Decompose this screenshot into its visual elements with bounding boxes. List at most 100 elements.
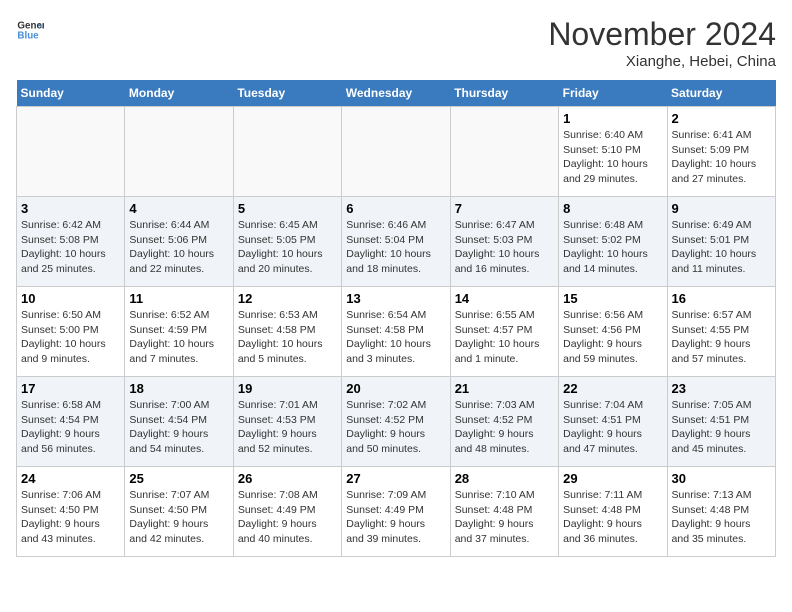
day-number: 12 <box>238 291 337 306</box>
day-number: 4 <box>129 201 228 216</box>
calendar-cell: 3 Sunrise: 6:42 AM Sunset: 5:08 PM Daylig… <box>17 197 125 287</box>
calendar-week-row: 10 Sunrise: 6:50 AM Sunset: 5:00 PM Dayli… <box>17 287 776 377</box>
calendar-cell: 1Sunrise: 6:40 AM Sunset: 5:10 PM Daylig… <box>559 107 667 197</box>
calendar-cell <box>17 107 125 197</box>
day-info: Sunrise: 6:47 AM Sunset: 5:03 PM Dayligh… <box>455 218 554 277</box>
calendar-cell: 29Sunrise: 7:11 AM Sunset: 4:48 PM Dayli… <box>559 467 667 557</box>
title-area: November 2024 Xianghe, Hebei, China <box>548 16 776 70</box>
day-number: 6 <box>346 201 445 216</box>
day-number: 22 <box>563 381 662 396</box>
calendar-cell: 27Sunrise: 7:09 AM Sunset: 4:49 PM Dayli… <box>342 467 450 557</box>
calendar-cell: 9Sunrise: 6:49 AM Sunset: 5:01 PM Daylig… <box>667 197 775 287</box>
calendar-week-row: 17 Sunrise: 6:58 AM Sunset: 4:54 PM Dayli… <box>17 377 776 467</box>
calendar-cell: 17 Sunrise: 6:58 AM Sunset: 4:54 PM Dayli… <box>17 377 125 467</box>
day-info: Sunrise: 6:56 AM Sunset: 4:56 PM Dayligh… <box>563 308 662 367</box>
day-number: 20 <box>346 381 445 396</box>
weekday-header-sunday: Sunday <box>17 80 125 107</box>
day-number: 17 <box>21 381 120 396</box>
weekday-header-saturday: Saturday <box>667 80 775 107</box>
day-info: Sunrise: 6:48 AM Sunset: 5:02 PM Dayligh… <box>563 218 662 277</box>
day-number: 28 <box>455 471 554 486</box>
calendar-cell: 6Sunrise: 6:46 AM Sunset: 5:04 PM Daylig… <box>342 197 450 287</box>
calendar-cell <box>342 107 450 197</box>
calendar-cell: 26 Sunrise: 7:08 AM Sunset: 4:49 PM Dayli… <box>233 467 341 557</box>
calendar-cell <box>450 107 558 197</box>
calendar-cell: 15 Sunrise: 6:56 AM Sunset: 4:56 PM Dayli… <box>559 287 667 377</box>
day-info: Sunrise: 6:44 AM Sunset: 5:06 PM Dayligh… <box>129 218 228 277</box>
calendar-cell: 13 Sunrise: 6:54 AM Sunset: 4:58 PM Dayli… <box>342 287 450 377</box>
day-number: 15 <box>563 291 662 306</box>
calendar-cell: 21 Sunrise: 7:03 AM Sunset: 4:52 PM Dayli… <box>450 377 558 467</box>
logo: General Blue <box>16 16 44 44</box>
day-number: 14 <box>455 291 554 306</box>
day-info: Sunrise: 7:08 AM Sunset: 4:49 PM Dayligh… <box>238 488 337 547</box>
logo-icon: General Blue <box>16 16 44 44</box>
day-info: Sunrise: 6:41 AM Sunset: 5:09 PM Dayligh… <box>672 128 771 187</box>
day-number: 11 <box>129 291 228 306</box>
day-number: 9 <box>672 201 771 216</box>
weekday-header-thursday: Thursday <box>450 80 558 107</box>
day-info: Sunrise: 7:01 AM Sunset: 4:53 PM Dayligh… <box>238 398 337 457</box>
calendar-cell: 24 Sunrise: 7:06 AM Sunset: 4:50 PM Dayli… <box>17 467 125 557</box>
day-info: Sunrise: 6:40 AM Sunset: 5:10 PM Dayligh… <box>563 128 662 187</box>
day-number: 7 <box>455 201 554 216</box>
calendar-cell: 28 Sunrise: 7:10 AM Sunset: 4:48 PM Dayli… <box>450 467 558 557</box>
weekday-header-row: SundayMondayTuesdayWednesdayThursdayFrid… <box>17 80 776 107</box>
calendar-cell: 12 Sunrise: 6:53 AM Sunset: 4:58 PM Dayli… <box>233 287 341 377</box>
weekday-header-friday: Friday <box>559 80 667 107</box>
weekday-header-tuesday: Tuesday <box>233 80 341 107</box>
day-info: Sunrise: 7:05 AM Sunset: 4:51 PM Dayligh… <box>672 398 771 457</box>
day-number: 8 <box>563 201 662 216</box>
header: General Blue November 2024 Xianghe, Hebe… <box>16 16 776 70</box>
day-info: Sunrise: 6:45 AM Sunset: 5:05 PM Dayligh… <box>238 218 337 277</box>
calendar-cell: 20 Sunrise: 7:02 AM Sunset: 4:52 PM Dayli… <box>342 377 450 467</box>
calendar-cell: 19 Sunrise: 7:01 AM Sunset: 4:53 PM Dayli… <box>233 377 341 467</box>
day-number: 5 <box>238 201 337 216</box>
location-subtitle: Xianghe, Hebei, China <box>548 53 776 70</box>
day-info: Sunrise: 6:55 AM Sunset: 4:57 PM Dayligh… <box>455 308 554 367</box>
calendar-cell: 4 Sunrise: 6:44 AM Sunset: 5:06 PM Daylig… <box>125 197 233 287</box>
day-info: Sunrise: 7:13 AM Sunset: 4:48 PM Dayligh… <box>672 488 771 547</box>
day-info: Sunrise: 7:00 AM Sunset: 4:54 PM Dayligh… <box>129 398 228 457</box>
day-info: Sunrise: 7:06 AM Sunset: 4:50 PM Dayligh… <box>21 488 120 547</box>
day-number: 2 <box>672 111 771 126</box>
day-number: 25 <box>129 471 228 486</box>
day-number: 18 <box>129 381 228 396</box>
day-info: Sunrise: 6:42 AM Sunset: 5:08 PM Dayligh… <box>21 218 120 277</box>
calendar-cell: 7 Sunrise: 6:47 AM Sunset: 5:03 PM Daylig… <box>450 197 558 287</box>
day-info: Sunrise: 7:04 AM Sunset: 4:51 PM Dayligh… <box>563 398 662 457</box>
day-info: Sunrise: 6:53 AM Sunset: 4:58 PM Dayligh… <box>238 308 337 367</box>
calendar-week-row: 3 Sunrise: 6:42 AM Sunset: 5:08 PM Daylig… <box>17 197 776 287</box>
month-title: November 2024 <box>548 16 776 53</box>
day-info: Sunrise: 7:03 AM Sunset: 4:52 PM Dayligh… <box>455 398 554 457</box>
calendar-table: SundayMondayTuesdayWednesdayThursdayFrid… <box>16 80 776 557</box>
day-number: 19 <box>238 381 337 396</box>
day-number: 27 <box>346 471 445 486</box>
day-info: Sunrise: 6:54 AM Sunset: 4:58 PM Dayligh… <box>346 308 445 367</box>
calendar-cell <box>125 107 233 197</box>
day-info: Sunrise: 7:02 AM Sunset: 4:52 PM Dayligh… <box>346 398 445 457</box>
day-number: 24 <box>21 471 120 486</box>
day-info: Sunrise: 7:07 AM Sunset: 4:50 PM Dayligh… <box>129 488 228 547</box>
day-info: Sunrise: 6:58 AM Sunset: 4:54 PM Dayligh… <box>21 398 120 457</box>
calendar-cell: 10 Sunrise: 6:50 AM Sunset: 5:00 PM Dayli… <box>17 287 125 377</box>
day-info: Sunrise: 7:10 AM Sunset: 4:48 PM Dayligh… <box>455 488 554 547</box>
calendar-week-row: 24 Sunrise: 7:06 AM Sunset: 4:50 PM Dayli… <box>17 467 776 557</box>
day-number: 21 <box>455 381 554 396</box>
day-info: Sunrise: 6:50 AM Sunset: 5:00 PM Dayligh… <box>21 308 120 367</box>
weekday-header-wednesday: Wednesday <box>342 80 450 107</box>
calendar-cell: 25 Sunrise: 7:07 AM Sunset: 4:50 PM Dayli… <box>125 467 233 557</box>
calendar-cell: 11 Sunrise: 6:52 AM Sunset: 4:59 PM Dayli… <box>125 287 233 377</box>
day-number: 3 <box>21 201 120 216</box>
calendar-cell: 5 Sunrise: 6:45 AM Sunset: 5:05 PM Daylig… <box>233 197 341 287</box>
day-number: 10 <box>21 291 120 306</box>
day-number: 23 <box>672 381 771 396</box>
day-number: 30 <box>672 471 771 486</box>
svg-text:Blue: Blue <box>17 30 39 41</box>
day-number: 13 <box>346 291 445 306</box>
day-info: Sunrise: 6:52 AM Sunset: 4:59 PM Dayligh… <box>129 308 228 367</box>
day-number: 26 <box>238 471 337 486</box>
calendar-cell: 2 Sunrise: 6:41 AM Sunset: 5:09 PM Daylig… <box>667 107 775 197</box>
calendar-cell: 22 Sunrise: 7:04 AM Sunset: 4:51 PM Dayli… <box>559 377 667 467</box>
day-info: Sunrise: 6:57 AM Sunset: 4:55 PM Dayligh… <box>672 308 771 367</box>
